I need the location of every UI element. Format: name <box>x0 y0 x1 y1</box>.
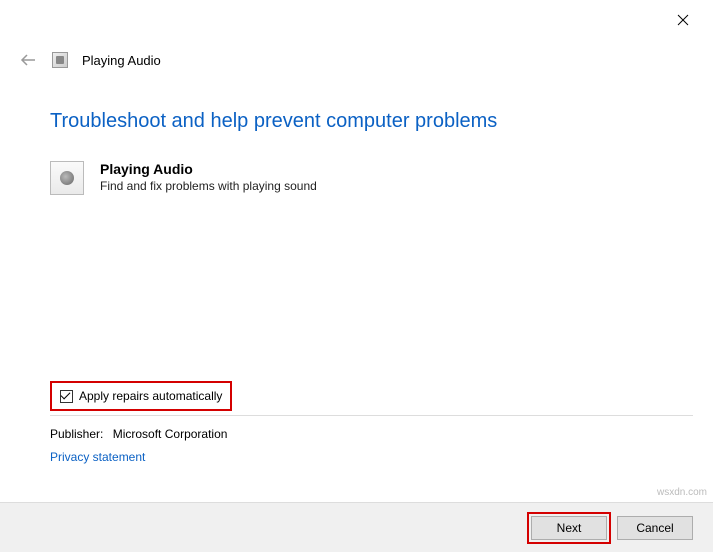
troubleshooter-title: Playing Audio <box>100 161 317 177</box>
footer-bar: Next Cancel <box>0 502 713 552</box>
page-heading: Troubleshoot and help prevent computer p… <box>50 110 683 133</box>
apply-repairs-checkbox-row: Apply repairs automatically <box>50 381 232 411</box>
apply-repairs-checkbox[interactable] <box>60 390 73 403</box>
troubleshooter-text: Playing Audio Find and fix problems with… <box>100 161 317 193</box>
window-header: Playing Audio <box>18 50 161 70</box>
content-area: Troubleshoot and help prevent computer p… <box>50 110 683 195</box>
back-button[interactable] <box>18 50 38 70</box>
troubleshooter-app-icon <box>52 52 68 68</box>
close-button[interactable] <box>673 10 693 30</box>
watermark: wsxdn.com <box>657 487 707 498</box>
next-button[interactable]: Next <box>531 516 607 540</box>
audio-speaker-icon <box>50 161 84 195</box>
divider-line <box>50 415 693 416</box>
privacy-statement-link[interactable]: Privacy statement <box>50 450 145 464</box>
window-title: Playing Audio <box>82 53 161 68</box>
back-arrow-icon <box>19 51 37 69</box>
troubleshooter-row: Playing Audio Find and fix problems with… <box>50 161 683 195</box>
apply-repairs-label: Apply repairs automatically <box>79 389 222 403</box>
publisher-value: Microsoft Corporation <box>113 427 228 441</box>
close-icon <box>677 14 689 26</box>
troubleshooter-description: Find and fix problems with playing sound <box>100 179 317 193</box>
cancel-button[interactable]: Cancel <box>617 516 693 540</box>
publisher-label: Publisher: <box>50 427 103 441</box>
publisher-row: Publisher: Microsoft Corporation <box>50 427 227 441</box>
